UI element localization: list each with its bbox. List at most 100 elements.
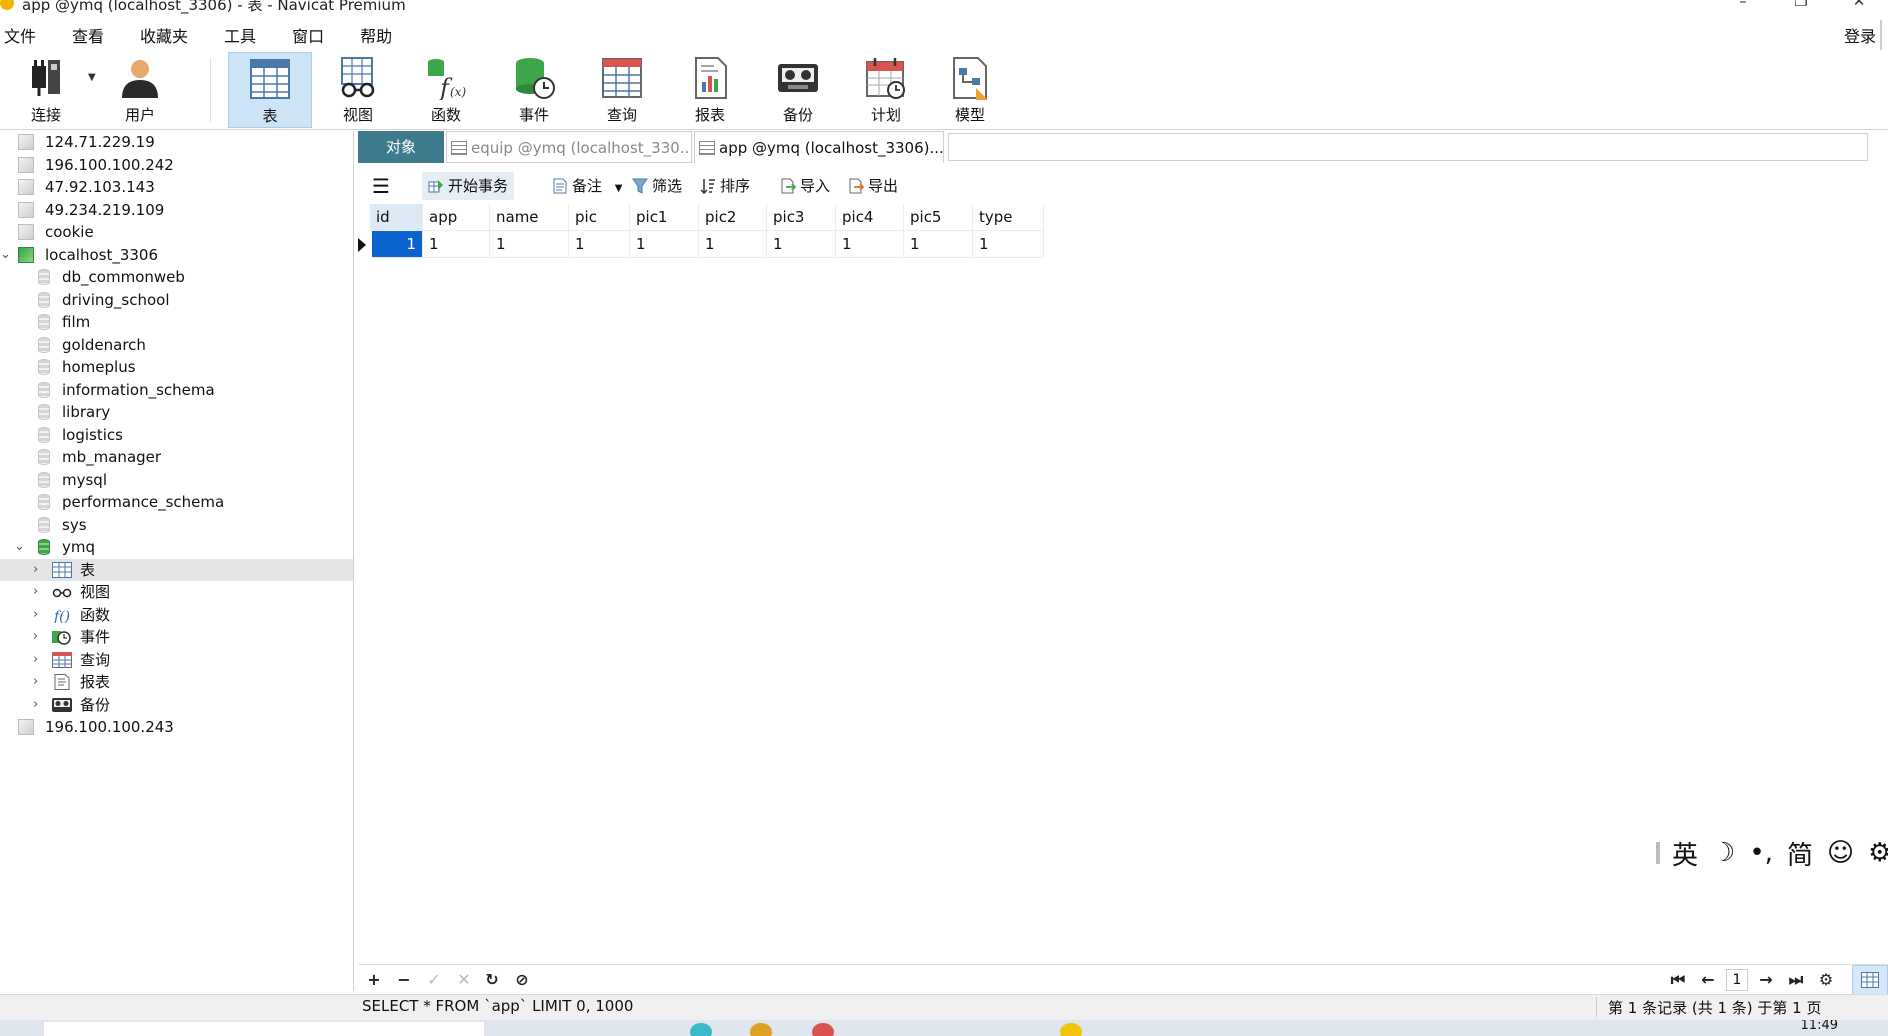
ime-moon-icon[interactable]: ☽ xyxy=(1712,838,1735,868)
filter-button[interactable]: 筛选 xyxy=(632,172,682,200)
next-page-icon[interactable]: → xyxy=(1756,969,1776,991)
ime-simplified-toggle[interactable]: 简 xyxy=(1787,835,1813,872)
import-button[interactable]: 导入 xyxy=(780,172,830,200)
page-number-field[interactable]: 1 xyxy=(1726,969,1748,991)
toolbar-report-button[interactable]: 报表 xyxy=(668,52,752,128)
tree-connection-196-100-100-243[interactable]: 196.100.100.243 xyxy=(0,716,353,738)
tree-folder-queries[interactable]: › 查询 xyxy=(0,649,353,671)
tab-equip[interactable]: equip @ymq (localhost_330... xyxy=(446,131,692,163)
expand-chevron-right-icon[interactable]: › xyxy=(33,694,38,716)
column-header-id[interactable]: id xyxy=(370,204,423,231)
tree-connection-196-100-100-242[interactable]: 196.100.100.242 xyxy=(0,154,353,176)
close-button[interactable]: ✕ xyxy=(1830,0,1888,10)
menu-window[interactable]: 窗口 xyxy=(288,23,328,47)
tab-objects[interactable]: 对象 xyxy=(358,131,444,163)
maximize-button[interactable]: ❐ xyxy=(1772,0,1830,10)
previous-page-icon[interactable]: ← xyxy=(1698,969,1718,991)
column-header-pic[interactable]: pic xyxy=(569,204,630,231)
settings-gear-icon[interactable]: ⚙ xyxy=(1816,969,1836,991)
taskbar-search-field[interactable] xyxy=(44,1022,484,1036)
menu-file[interactable]: 文件 xyxy=(0,23,40,47)
menu-tools[interactable]: 工具 xyxy=(220,23,260,47)
column-header-name[interactable]: name xyxy=(490,204,569,231)
tree-folder-views[interactable]: › 视图 xyxy=(0,581,353,603)
expand-chevron-down-icon[interactable]: ⌄ xyxy=(0,244,11,266)
tree-database-db-commonweb[interactable]: db_commonweb xyxy=(0,266,353,288)
tree-folder-events[interactable]: › 事件 xyxy=(0,626,353,648)
discard-changes-button[interactable]: ✕ xyxy=(454,969,474,991)
tree-folder-functions[interactable]: › f() 函数 xyxy=(0,604,353,626)
taskbar-app-icon[interactable] xyxy=(690,1023,712,1036)
toolbar-user-button[interactable]: 用户 xyxy=(98,52,182,128)
last-page-icon[interactable]: ⏭ xyxy=(1786,969,1806,991)
column-header-pic3[interactable]: pic3 xyxy=(767,204,836,231)
column-header-pic5[interactable]: pic5 xyxy=(904,204,973,231)
ime-language-toggle[interactable]: 英 xyxy=(1672,835,1698,872)
taskbar-app-icon[interactable] xyxy=(812,1023,834,1036)
hamburger-menu-icon[interactable]: ☰ xyxy=(372,172,390,200)
stop-button[interactable]: ⊘ xyxy=(512,969,532,991)
tree-database-mb-manager[interactable]: mb_manager xyxy=(0,446,353,468)
taskbar-app-icon[interactable] xyxy=(1060,1023,1082,1036)
tree-folder-backups[interactable]: › 备份 xyxy=(0,694,353,716)
tree-connection-124-71-229-19[interactable]: 124.71.229.19 xyxy=(0,131,353,153)
cell-id[interactable]: 1 xyxy=(372,231,423,258)
expand-chevron-right-icon[interactable]: › xyxy=(33,671,38,693)
tree-database-sys[interactable]: sys xyxy=(0,514,353,536)
column-header-type[interactable]: type xyxy=(973,204,1044,231)
tree-database-film[interactable]: film xyxy=(0,311,353,333)
tree-connection-localhost-3306[interactable]: ⌄ localhost_3306 xyxy=(0,244,353,266)
tree-database-performance-schema[interactable]: performance_schema xyxy=(0,491,353,513)
menu-view[interactable]: 查看 xyxy=(68,23,108,47)
begin-transaction-button[interactable]: 开始事务 xyxy=(422,172,515,200)
tree-database-ymq[interactable]: ⌄ ymq xyxy=(0,536,353,558)
taskbar-app-icon[interactable] xyxy=(750,1023,772,1036)
tree-folder-reports[interactable]: › 报表 xyxy=(0,671,353,693)
expand-chevron-down-icon[interactable]: ⌄ xyxy=(14,536,25,558)
cell-pic4[interactable]: 1 xyxy=(836,231,904,258)
cell-pic1[interactable]: 1 xyxy=(630,231,699,258)
login-button[interactable]: 登录 xyxy=(1844,23,1876,47)
delete-record-button[interactable]: − xyxy=(394,969,414,991)
ime-emoji-icon[interactable]: ☺ xyxy=(1827,838,1854,868)
expand-chevron-right-icon[interactable]: › xyxy=(33,604,38,626)
tree-database-mysql[interactable]: mysql xyxy=(0,469,353,491)
toolbar-backup-button[interactable]: 备份 xyxy=(756,52,840,128)
tree-connection-cookie[interactable]: cookie xyxy=(0,221,353,243)
expand-chevron-right-icon[interactable]: › xyxy=(33,649,38,671)
taskbar-clock[interactable]: 11:49 xyxy=(1801,1020,1838,1032)
add-record-button[interactable]: + xyxy=(364,969,384,991)
column-header-pic2[interactable]: pic2 xyxy=(699,204,767,231)
cell-pic3[interactable]: 1 xyxy=(767,231,836,258)
tree-connection-49-234-219-109[interactable]: 49.234.219.109 xyxy=(0,199,353,221)
tree-database-homeplus[interactable]: homeplus xyxy=(0,356,353,378)
tree-database-goldenarch[interactable]: goldenarch xyxy=(0,334,353,356)
column-header-pic4[interactable]: pic4 xyxy=(836,204,904,231)
toolbar-connect-button[interactable]: ▼ 连接 xyxy=(4,52,96,128)
menu-help[interactable]: 帮助 xyxy=(356,23,396,47)
tree-connection-47-92-103-143[interactable]: 47.92.103.143 xyxy=(0,176,353,198)
toolbar-event-button[interactable]: 事件 xyxy=(492,52,576,128)
tree-folder-tables[interactable]: › 表 xyxy=(0,558,353,581)
cell-name[interactable]: 1 xyxy=(490,231,569,258)
tree-database-driving-school[interactable]: driving_school xyxy=(0,289,353,311)
note-button[interactable]: 备注 ▼ xyxy=(552,172,623,200)
expand-chevron-right-icon[interactable]: › xyxy=(33,559,38,581)
first-page-icon[interactable]: ⏮ xyxy=(1668,969,1688,991)
tab-search-field[interactable] xyxy=(948,133,1868,161)
cell-pic2[interactable]: 1 xyxy=(699,231,767,258)
export-button[interactable]: 导出 xyxy=(848,172,898,200)
expand-chevron-right-icon[interactable]: › xyxy=(33,581,38,603)
menu-favorites[interactable]: 收藏夹 xyxy=(136,23,192,47)
cell-type[interactable]: 1 xyxy=(973,231,1044,258)
refresh-button[interactable]: ↻ xyxy=(482,969,502,991)
tree-database-logistics[interactable]: logistics xyxy=(0,424,353,446)
connect-dropdown-arrow-icon[interactable]: ▼ xyxy=(88,72,96,83)
tab-app[interactable]: app @ymq (localhost_3306)... xyxy=(694,131,944,163)
apply-changes-button[interactable]: ✓ xyxy=(424,969,444,991)
column-header-app[interactable]: app xyxy=(423,204,490,231)
tree-database-information-schema[interactable]: information_schema xyxy=(0,379,353,401)
sort-button[interactable]: 排序 xyxy=(700,172,750,200)
column-header-pic1[interactable]: pic1 xyxy=(630,204,699,231)
ime-punctuation-toggle[interactable]: •, xyxy=(1749,838,1773,868)
